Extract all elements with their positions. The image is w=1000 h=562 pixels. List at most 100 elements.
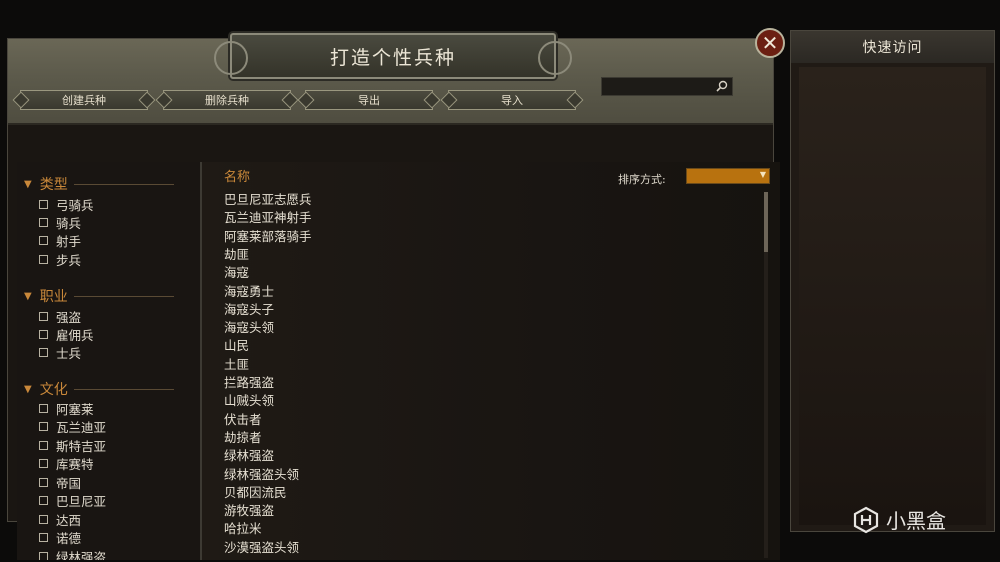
checkbox[interactable] [39, 403, 48, 413]
divider [73, 295, 174, 297]
scroll-thumb[interactable] [764, 192, 768, 252]
checkbox[interactable] [39, 311, 48, 321]
filter-option-sturgia[interactable]: 斯特吉亚 [39, 436, 106, 454]
list-item[interactable]: 哈拉米 [224, 520, 262, 538]
list-item[interactable]: 拦路强盗 [224, 374, 274, 392]
filter-heading-type: 类型 [39, 177, 68, 193]
sort-dropdown[interactable]: ▼ [686, 168, 770, 184]
checkbox[interactable] [39, 199, 48, 209]
list-item[interactable]: 巴旦尼亚志愿兵 [224, 191, 312, 209]
list-item[interactable]: 绿林强盗 [224, 447, 274, 465]
checkbox[interactable] [39, 458, 48, 468]
window-title: 打造个性兵种 [329, 46, 456, 69]
list-item[interactable]: 劫掠者 [224, 429, 262, 447]
filter-option-label: 绿林强盗 [56, 549, 107, 561]
filter-panel: ▼ 类型 弓骑兵 骑兵 射手 步兵 ▼ 职业 强盗 雇佣兵 士兵 ▼ 文化 阿塞… [17, 162, 202, 560]
list-item[interactable]: 海寇头领 [224, 319, 274, 337]
filter-option-battania[interactable]: 巴旦尼亚 [39, 491, 106, 509]
filter-option-label: 帝国 [56, 475, 82, 491]
search-icon[interactable] [716, 80, 728, 92]
checkbox[interactable] [39, 551, 48, 560]
list-item[interactable]: 土匪 [224, 356, 249, 374]
filter-option-label: 弓骑兵 [56, 197, 94, 213]
filter-option-khuzait[interactable]: 库赛特 [39, 454, 94, 472]
list-item[interactable]: 阿塞莱部落骑手 [224, 228, 312, 246]
list-item[interactable]: 海寇勇士 [224, 283, 274, 301]
filter-option-label: 库赛特 [56, 456, 94, 472]
delete-troop-button[interactable]: 删除兵种 [163, 90, 291, 110]
filter-option-nord[interactable]: 诺德 [39, 528, 81, 546]
filter-option-infantry[interactable]: 步兵 [39, 250, 81, 268]
checkbox[interactable] [39, 347, 48, 357]
watermark: 小黑盒 [852, 505, 946, 534]
checkbox[interactable] [39, 421, 48, 431]
filter-group-culture[interactable]: ▼ 文化 [24, 379, 174, 399]
filter-option-empire[interactable]: 帝国 [39, 473, 81, 491]
troop-list-panel: 名称 排序方式: ▼ 巴旦尼亚志愿兵 瓦兰迪亚神射手 阿塞莱部落骑手 劫匪 海寇 海寇勇士… [202, 162, 780, 560]
chevron-down-icon: ▼ [24, 290, 32, 302]
checkbox[interactable] [39, 477, 48, 487]
checkbox[interactable] [39, 329, 48, 339]
list-item[interactable]: 山贼头领 [224, 392, 274, 410]
list-scrollbar[interactable] [764, 192, 768, 558]
checkbox[interactable] [39, 532, 48, 542]
filter-option-label: 达西 [56, 512, 82, 528]
list-item[interactable]: 山民 [224, 337, 249, 355]
filter-option-aserai[interactable]: 阿塞莱 [39, 399, 94, 417]
filter-option-mercenary[interactable]: 雇佣兵 [39, 325, 94, 343]
filter-option-label: 雇佣兵 [56, 327, 94, 343]
filter-option-horse-archer[interactable]: 弓骑兵 [39, 195, 94, 213]
checkbox[interactable] [39, 514, 48, 524]
filter-option-label: 强盗 [56, 309, 82, 325]
filter-group-occupation[interactable]: ▼ 职业 [24, 286, 174, 306]
list-item[interactable]: 劫匪 [224, 246, 249, 264]
filter-option-bandit[interactable]: 强盗 [39, 307, 81, 325]
chevron-down-icon: ▼ [24, 178, 32, 190]
quick-access-panel: 快速访问 [790, 30, 995, 532]
heybox-logo-icon [853, 506, 879, 533]
column-header-name[interactable]: 名称 [224, 166, 250, 185]
troop-editor-window: 打造个性兵种 ▼ 类型 弓骑兵 骑兵 射手 步兵 ▼ 职业 强盗 雇佣兵 士兵 … [7, 33, 780, 560]
filter-option-label: 射手 [56, 233, 82, 249]
list-item[interactable]: 海寇 [224, 264, 249, 282]
import-button[interactable]: 导入 [448, 90, 576, 110]
title-plate: 打造个性兵种 [214, 33, 572, 79]
filter-option-archer[interactable]: 射手 [39, 231, 81, 249]
checkbox[interactable] [39, 217, 48, 227]
list-item[interactable]: 伏击者 [224, 411, 262, 429]
export-button[interactable]: 导出 [305, 90, 433, 110]
divider [73, 388, 174, 390]
checkbox[interactable] [39, 254, 48, 264]
chevron-down-icon: ▼ [759, 170, 766, 179]
filter-option-cavalry[interactable]: 骑兵 [39, 213, 81, 231]
checkbox[interactable] [39, 235, 48, 245]
filter-option-forest-bandits[interactable]: 绿林强盗 [39, 547, 106, 560]
filter-option-label: 诺德 [56, 530, 82, 546]
sort-label: 排序方式: [618, 173, 666, 186]
list-item[interactable]: 贝都因流民 [224, 484, 287, 502]
filter-option-vlandia[interactable]: 瓦兰迪亚 [39, 417, 106, 435]
divider [73, 183, 174, 185]
filter-option-label: 瓦兰迪亚 [56, 419, 107, 435]
delete-troop-label: 删除兵种 [205, 94, 249, 107]
list-item[interactable]: 游牧强盗 [224, 502, 274, 520]
filter-option-label: 步兵 [56, 252, 82, 268]
search-box [601, 77, 733, 96]
list-item[interactable]: 沙漠强盗头领 [224, 539, 299, 557]
filter-option-label: 骑兵 [56, 215, 82, 231]
search-input[interactable] [602, 78, 720, 95]
list-item[interactable]: 瓦兰迪亚神射手 [224, 209, 312, 227]
create-troop-button[interactable]: 创建兵种 [20, 90, 148, 110]
list-item[interactable]: 海寇头子 [224, 301, 274, 319]
close-button[interactable]: ✕ [755, 28, 785, 58]
checkbox[interactable] [39, 495, 48, 505]
filter-group-type[interactable]: ▼ 类型 [24, 174, 174, 194]
chevron-down-icon: ▼ [24, 383, 32, 395]
quick-access-title: 快速访问 [791, 31, 994, 63]
checkbox[interactable] [39, 440, 48, 450]
filter-option-soldier[interactable]: 士兵 [39, 343, 81, 361]
create-troop-label: 创建兵种 [62, 94, 106, 107]
filter-option-darshi[interactable]: 达西 [39, 510, 81, 528]
filter-option-label: 士兵 [56, 345, 82, 361]
list-item[interactable]: 绿林强盗头领 [224, 466, 299, 484]
